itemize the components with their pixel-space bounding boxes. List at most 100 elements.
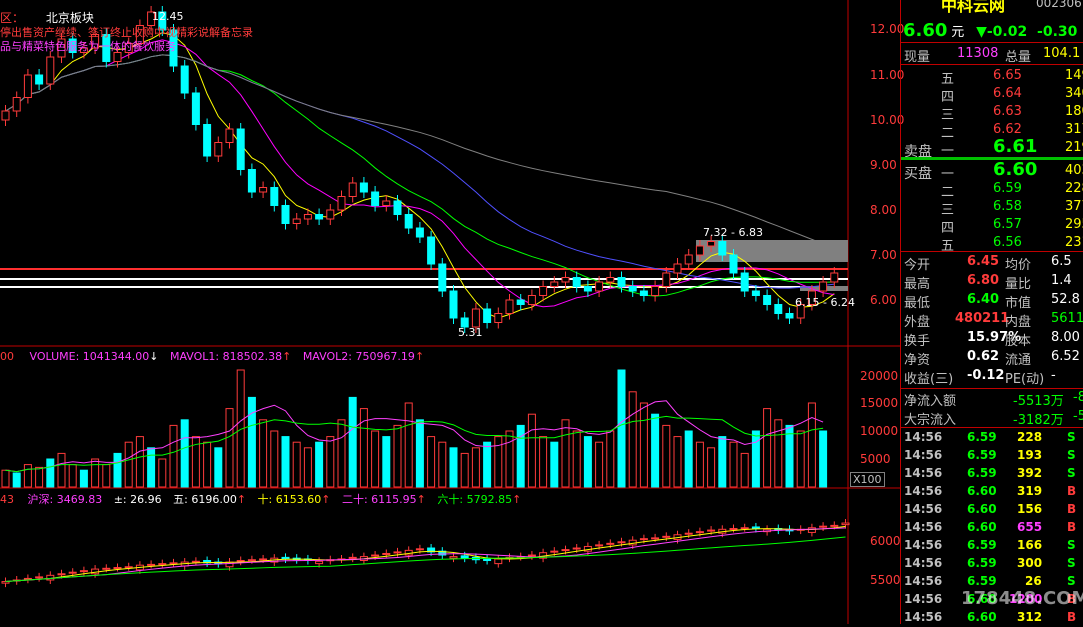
stat-row: 外盘 480211内盘 56113 [901, 310, 1083, 330]
candle [785, 313, 794, 319]
tick-volume: 392 [1017, 466, 1043, 480]
price-unit: 元 [951, 25, 965, 40]
candle [505, 299, 514, 314]
candle [23, 74, 32, 98]
volume-bar [718, 436, 727, 488]
candle [539, 286, 548, 296]
volume-bar [471, 447, 480, 488]
volume-bar [483, 441, 492, 488]
stat-value: 56113 [1051, 311, 1083, 326]
stat-row: 换手 15.97% 股本 8.00 [901, 329, 1083, 349]
volume-bar [606, 430, 615, 488]
recent-annotation: 6.15 - 6.24 [795, 296, 855, 309]
candle [326, 209, 335, 220]
volume-bar [494, 436, 503, 488]
tick-volume: 319 [1017, 484, 1043, 498]
stat-value: 8.00 [1051, 330, 1080, 345]
volume-tick: 20000 [860, 369, 899, 383]
index-candle [169, 562, 178, 565]
tick-side: S [1067, 574, 1076, 588]
flow-label: 大宗流入 [904, 413, 957, 428]
price-tick: 8.00 [870, 203, 897, 217]
stat-value: 480211 [955, 311, 1010, 326]
index-tick: 6000 [870, 534, 901, 548]
stat-label: 最低 [904, 296, 931, 311]
index-candle [740, 527, 749, 530]
index-candle [236, 560, 245, 562]
tick-row: 14:56 6.59 228 S [901, 429, 1083, 447]
volume-bar [763, 408, 772, 488]
tick-price: 6.59 [967, 538, 997, 552]
index-candle [729, 528, 738, 531]
candle [191, 92, 200, 125]
index-candle [124, 566, 133, 569]
candle [382, 200, 391, 206]
candle [247, 169, 256, 193]
candle [259, 187, 268, 193]
bid-row[interactable]: 二6.59228 [901, 180, 1083, 200]
volume-bar [505, 430, 514, 488]
volume-bar [449, 447, 458, 488]
index-candle [550, 550, 559, 553]
tick-side: S [1067, 556, 1076, 570]
candle [684, 254, 693, 265]
index-candle [382, 552, 391, 555]
high-annotation: 7.32 - 6.83 [703, 226, 763, 239]
region-label: 区： [0, 11, 25, 25]
bid-row[interactable]: 三6.58377 [901, 198, 1083, 218]
volume-bar [527, 413, 536, 488]
tick-price: 6.60 [967, 502, 997, 516]
tick-volume: 193 [1017, 448, 1043, 462]
level-volume: 403 [1065, 163, 1083, 178]
volume-bar [662, 424, 671, 488]
index-candle [527, 554, 536, 557]
stat-label: 股本 [1005, 334, 1032, 349]
volume-total-label: 总量 [1005, 50, 1032, 65]
index-candle [606, 542, 615, 545]
bid-row[interactable]: 一6.60403 [901, 159, 1083, 182]
stat-value: -0.12 [967, 368, 1005, 383]
tick-side: S [1067, 538, 1076, 552]
volume-bar [337, 419, 346, 488]
tick-volume: 26 [1025, 574, 1042, 588]
candle [695, 245, 704, 256]
candle [236, 128, 245, 170]
candle [830, 272, 839, 283]
tick-price: 6.59 [967, 448, 997, 462]
stat-row: 收益(三) -0.12 PE(动) - [901, 367, 1083, 387]
ask-row[interactable]: 四6.64340 [901, 85, 1083, 105]
candle [774, 304, 783, 314]
ma-line [5, 39, 835, 308]
index-candle [147, 563, 156, 566]
candle [449, 290, 458, 319]
index-candle [841, 522, 850, 526]
index-candle [707, 529, 716, 532]
ask-row[interactable]: 三6.63180 [901, 103, 1083, 123]
candle [819, 281, 828, 292]
tick-time: 14:56 [904, 430, 943, 444]
chart-area[interactable]: 区： 北京板块 停出售资产继续、签订终止收购中视精彩说解备忘录 品与精菜特色服务… [0, 0, 904, 624]
board-label[interactable]: 北京板块 [46, 11, 94, 25]
candle [740, 272, 749, 292]
volume-bar [438, 441, 447, 488]
ask-row[interactable]: 五6.65149 [901, 67, 1083, 87]
tick-row: 14:56 6.60 312 B [901, 609, 1083, 627]
kline-chart[interactable] [0, 0, 900, 624]
flow-tail: -5 [1073, 409, 1083, 424]
ask-row[interactable]: 二6.62317 [901, 121, 1083, 141]
candle [404, 214, 413, 229]
candle [763, 295, 772, 305]
tick-side: S [1067, 430, 1076, 444]
level-price: 6.56 [993, 235, 1022, 250]
tick-time: 14:56 [904, 592, 943, 606]
bid-row[interactable]: 四6.57295 [901, 216, 1083, 236]
volume-now: 11308 [957, 46, 999, 61]
bid-row[interactable]: 五6.56231 [901, 234, 1083, 254]
flow-value: -3182万 [1013, 413, 1064, 428]
price-tick: 9.00 [870, 158, 897, 172]
index-candle [639, 538, 648, 541]
volume-bar [651, 413, 660, 488]
level-volume: 149 [1065, 68, 1083, 83]
candle [483, 308, 492, 323]
candle [270, 187, 279, 206]
